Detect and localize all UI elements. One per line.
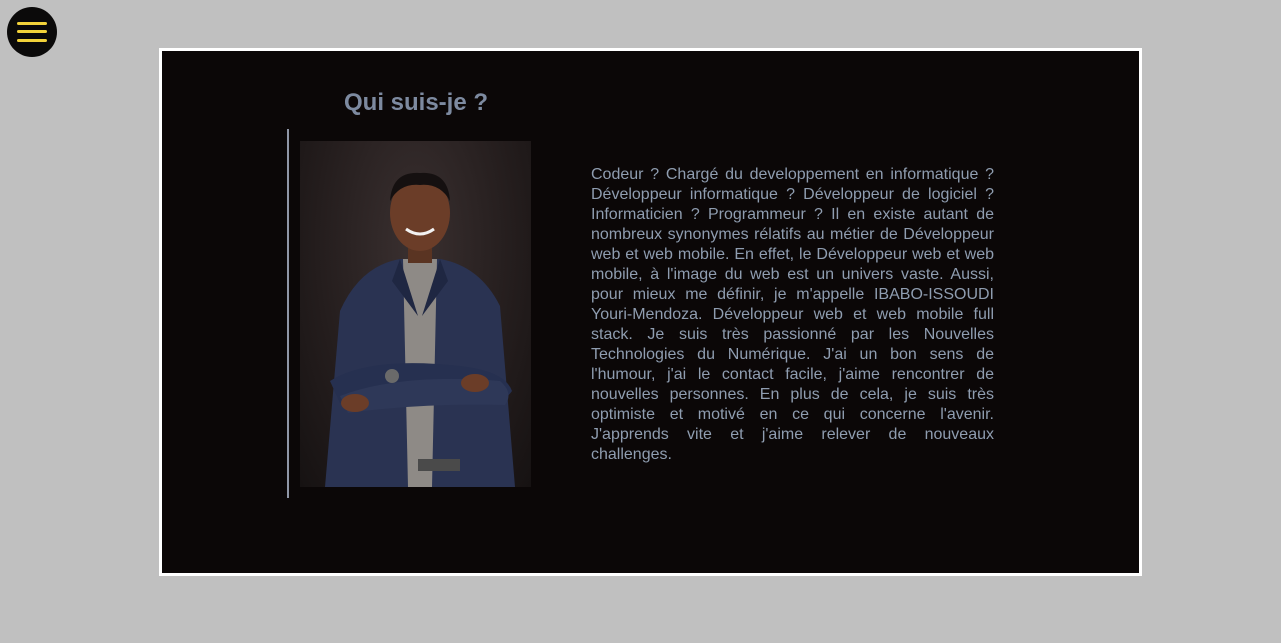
hamburger-menu-icon [17, 22, 47, 25]
section-title: Qui suis-je ? [343, 89, 489, 116]
portrait-photo [300, 141, 531, 487]
about-description: Codeur ? Chargé du developpement en info… [591, 166, 994, 463]
hamburger-menu-button[interactable] [7, 7, 57, 57]
hamburger-menu-icon-bar [17, 39, 47, 42]
hamburger-menu-icon-bar [17, 30, 47, 33]
vertical-divider [287, 129, 289, 498]
portrait-illustration [325, 172, 515, 487]
about-card: Qui suis-je ? Codeur ? Chargé du develop… [159, 48, 1142, 576]
